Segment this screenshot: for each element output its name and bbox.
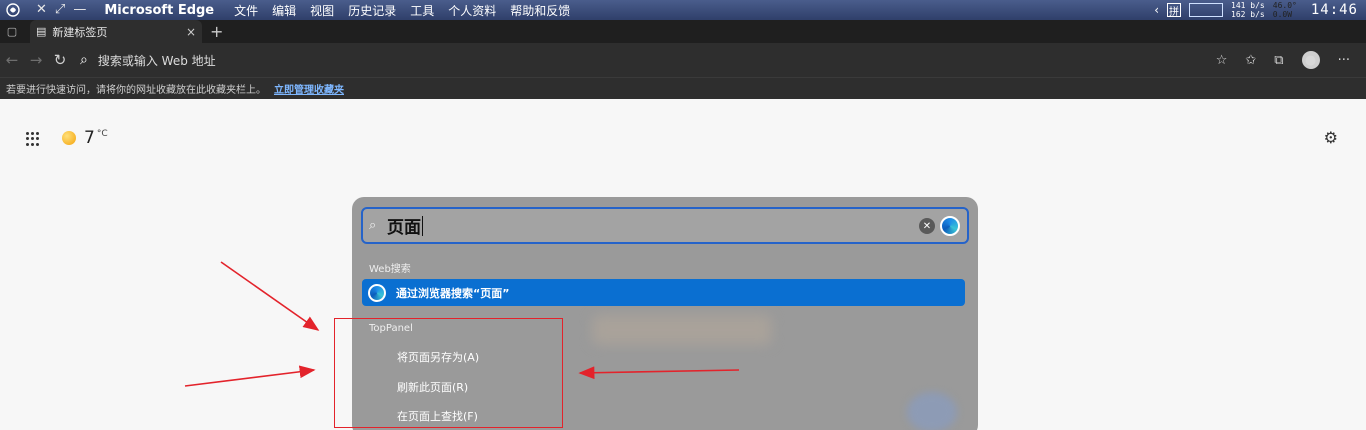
minimize-window-icon[interactable]: — (73, 0, 86, 20)
sensor-power: 0.0W (1272, 10, 1293, 19)
text-caret (422, 215, 423, 236)
browser-toolbar: ← → ↻ ⌕ 搜索或输入 Web 地址 ☆ ✩ ⧉ ● ··· (0, 43, 1366, 77)
network-speed: 141 b/s 162 b/s (1231, 1, 1265, 19)
maximize-window-icon[interactable]: ⤢ (55, 0, 65, 20)
favorites-hint-text: 若要进行快速访问，请将你的网址收藏放在此收藏夹栏上。 (6, 85, 266, 96)
menu-bar: 文件 编辑 视图 历史记录 工具 个人资料 帮助和反馈 (234, 2, 570, 19)
annotation-box (334, 318, 563, 428)
sensor-temp: 46.0° (1272, 1, 1297, 10)
favorites-icon[interactable]: ✩ (1245, 53, 1256, 68)
sensor-readout: 46.0° 0.0W (1273, 1, 1297, 19)
clear-icon[interactable]: ✕ (919, 218, 935, 234)
forward-icon[interactable]: → (24, 51, 48, 69)
web-search-section: Web搜索 (369, 264, 411, 275)
add-favorite-icon[interactable]: ☆ (1216, 53, 1228, 68)
back-icon[interactable]: ← (0, 51, 24, 69)
menu-tools[interactable]: 工具 (410, 2, 434, 19)
address-bar[interactable]: ⌕ 搜索或输入 Web 地址 (80, 46, 1216, 74)
clock: 14:46 (1310, 2, 1358, 18)
menu-view[interactable]: 视图 (310, 2, 334, 19)
avatar[interactable]: ● (1301, 51, 1320, 69)
tab-actions-icon[interactable]: ▢ (0, 20, 24, 43)
search-query: 页面 (387, 218, 421, 238)
close-window-icon[interactable]: ✕ (36, 0, 47, 20)
tab-title: 新建标签页 (52, 25, 108, 39)
manage-favorites-link[interactable]: 立即管理收藏夹 (274, 81, 344, 96)
weather-unit: °C (96, 129, 108, 139)
sun-icon (62, 131, 76, 145)
web-search-result-label: 通过浏览器搜索“页面” (396, 286, 510, 300)
favorites-bar: 若要进行快速访问，请将你的网址收藏放在此收藏夹栏上。 立即管理收藏夹 (0, 77, 1366, 99)
menu-help[interactable]: 帮助和反馈 (510, 2, 570, 19)
app-launcher-icon[interactable] (26, 132, 40, 146)
tab-new-tab[interactable]: ▤ 新建标签页 × (30, 20, 202, 43)
weather-widget[interactable]: 7 °C (62, 128, 108, 148)
chevron-left-icon[interactable]: ‹ (1154, 3, 1159, 17)
net-down: 162 b/s (1231, 10, 1265, 19)
search-icon: ⌕ (369, 218, 377, 233)
gear-icon[interactable]: ⚙ (1324, 128, 1338, 147)
menu-file[interactable]: 文件 (234, 2, 258, 19)
popup-search-input[interactable]: ⌕ 页面 ✕ (361, 207, 969, 244)
edge-logo-icon (368, 283, 386, 302)
menu-profile[interactable]: 个人资料 (448, 2, 496, 19)
menu-edit[interactable]: 编辑 (272, 2, 296, 19)
ime-indicator[interactable]: 拼 (1167, 3, 1182, 18)
annotation-arrow (220, 261, 320, 331)
weather-temperature: 7 (84, 128, 95, 148)
new-tab-button[interactable]: + (210, 22, 223, 41)
more-icon[interactable]: ··· (1338, 53, 1350, 68)
web-search-result[interactable]: 通过浏览器搜索“页面” (362, 279, 965, 306)
page-icon: ▤ (36, 25, 47, 38)
system-top-bar: ✕ ⤢ — Microsoft Edge 文件 编辑 视图 历史记录 工具 个人… (0, 0, 1366, 20)
collections-icon[interactable]: ⧉ (1274, 53, 1283, 68)
menu-history[interactable]: 历史记录 (348, 2, 396, 19)
annotation-arrow (184, 365, 316, 387)
tab-strip: ▢ ▤ 新建标签页 × + (0, 20, 1366, 43)
refresh-icon[interactable]: ↻ (48, 51, 72, 69)
tab-close-icon[interactable]: × (186, 25, 196, 39)
edge-logo-icon (940, 216, 960, 236)
net-up: 141 b/s (1231, 1, 1265, 10)
blurred-background (907, 392, 957, 430)
blurred-background (592, 315, 772, 345)
search-icon: ⌕ (80, 52, 88, 68)
address-placeholder: 搜索或输入 Web 地址 (97, 53, 216, 68)
app-name[interactable]: Microsoft Edge (104, 3, 214, 18)
os-logo-icon[interactable] (0, 0, 26, 20)
battery-icon (1189, 3, 1224, 17)
